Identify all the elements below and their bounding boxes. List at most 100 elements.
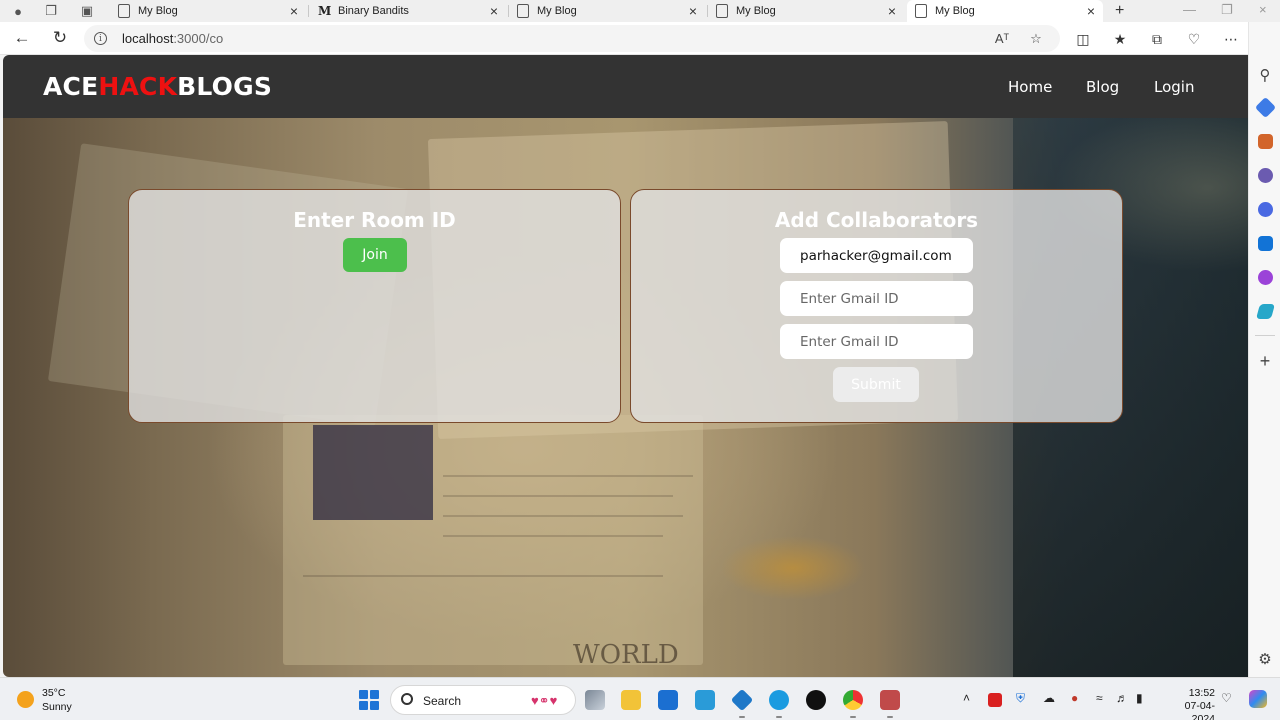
close-icon[interactable]: ×: [490, 3, 498, 19]
address-bar[interactable]: i localhost:3000/co Aᵀ ☆: [84, 25, 1060, 52]
tab-actions-icon[interactable]: ▣: [79, 3, 95, 19]
page-icon: [118, 4, 130, 18]
chevron-up-icon[interactable]: ˄: [963, 691, 970, 705]
add-sidebar-icon[interactable]: +: [1257, 351, 1273, 372]
background-photo: [313, 425, 433, 520]
security-shield-icon[interactable]: ⛨: [1016, 691, 1025, 706]
sidebar-settings-gear-icon[interactable]: ⚙: [1257, 650, 1273, 668]
search-highlight-icon: ♥⚭♥: [531, 693, 558, 708]
add-collaborators-card: Add Collaborators Submit: [630, 189, 1123, 423]
url-text[interactable]: localhost:3000/co: [122, 31, 992, 46]
workspaces-icon[interactable]: ❐: [43, 3, 59, 19]
window-close-icon[interactable]: ×: [1259, 2, 1267, 17]
chrome-icon[interactable]: [843, 690, 863, 710]
outlook-icon[interactable]: [1258, 236, 1273, 251]
tab-my-blog-active[interactable]: My Blog ×: [907, 0, 1103, 22]
tab-strip: ● ❐ ▣ My Blog × M Binary Bandits × My Bl…: [0, 0, 1280, 22]
battery-icon[interactable]: ▮: [1136, 691, 1143, 705]
tab-binary-bandits[interactable]: M Binary Bandits ×: [310, 0, 506, 22]
close-icon[interactable]: ×: [290, 3, 298, 19]
weather-temperature[interactable]: 35°C: [42, 687, 65, 699]
favorites-icon[interactable]: ★: [1111, 30, 1129, 48]
close-icon[interactable]: ×: [689, 3, 697, 19]
store-icon[interactable]: [695, 690, 715, 710]
weather-condition[interactable]: Sunny: [42, 701, 72, 713]
collaborators-card-title: Add Collaborators: [774, 208, 979, 232]
collaborator-email-field-2[interactable]: [780, 281, 973, 316]
search-icon: [401, 693, 413, 705]
sidebar-separator: [1255, 335, 1275, 336]
snipping-tool-icon[interactable]: [880, 690, 900, 710]
browser-essentials-icon[interactable]: ♡: [1185, 30, 1203, 48]
recording-app-icon[interactable]: [988, 693, 1002, 707]
nav-home-link[interactable]: Home: [1008, 78, 1052, 96]
games-icon[interactable]: [1258, 168, 1273, 183]
background-line: [303, 575, 663, 577]
back-arrow-icon[interactable]: ←: [12, 28, 32, 48]
close-icon[interactable]: ×: [1087, 3, 1095, 19]
submit-button[interactable]: Submit: [833, 367, 919, 402]
file-explorer-icon[interactable]: [621, 690, 641, 710]
address-bar-row: ← ↻ i localhost:3000/co Aᵀ ☆ ◫ ★ ⧉ ♡ ⋯: [0, 22, 1280, 55]
minimize-icon[interactable]: —: [1183, 2, 1196, 17]
mail-icon[interactable]: [658, 690, 678, 710]
tab-separator: [308, 5, 309, 17]
collections-icon[interactable]: ⧉: [1148, 30, 1166, 48]
wifi-icon[interactable]: ≈: [1096, 691, 1103, 705]
edge-sidebar: ⚲ + ⚙: [1248, 22, 1280, 677]
page-viewport: WORLD ACEHACKBLOGS Home Blog Login Enter…: [3, 55, 1248, 677]
background-line: [443, 495, 673, 497]
copilot-taskbar-icon[interactable]: [1249, 690, 1267, 708]
background-line: [443, 535, 663, 537]
join-button[interactable]: Join: [343, 238, 407, 272]
new-tab-icon[interactable]: +: [1115, 2, 1124, 20]
more-options-icon[interactable]: ⋯: [1222, 30, 1240, 48]
site-logo[interactable]: ACEHACKBLOGS: [43, 72, 272, 101]
site-header: ACEHACKBLOGS Home Blog Login: [3, 55, 1248, 118]
m365-icon[interactable]: [1258, 202, 1273, 217]
page-icon: [915, 4, 927, 18]
sidebar-search-icon[interactable]: ⚲: [1257, 66, 1273, 84]
collaborator-email-field-1[interactable]: [780, 238, 973, 273]
tools-briefcase-icon[interactable]: [1258, 134, 1273, 149]
drop-icon[interactable]: [1258, 270, 1273, 285]
page-icon: [716, 4, 728, 18]
volume-icon[interactable]: ♬: [1116, 691, 1128, 705]
edge-icon[interactable]: [769, 690, 789, 710]
m-logo-icon: M: [318, 4, 332, 18]
microphone-icon[interactable]: ●: [1071, 691, 1078, 705]
close-icon[interactable]: ×: [888, 3, 896, 19]
url-path: :3000/co: [173, 31, 224, 46]
tab-my-blog-3[interactable]: My Blog ×: [708, 0, 904, 22]
clock-date: 07-04-2024: [1184, 700, 1215, 720]
profile-icon[interactable]: ●: [10, 3, 26, 19]
mongodb-compass-icon[interactable]: [806, 690, 826, 710]
vscode-icon[interactable]: [730, 688, 754, 712]
nav-login-link[interactable]: Login: [1154, 78, 1194, 96]
refresh-icon[interactable]: ↻: [50, 28, 70, 48]
shopping-tag-icon[interactable]: [1254, 96, 1277, 119]
restore-icon[interactable]: ❐: [1221, 2, 1233, 18]
send-icon[interactable]: [1255, 304, 1276, 319]
favorite-star-icon[interactable]: ☆: [1026, 31, 1046, 47]
info-icon[interactable]: i: [94, 32, 107, 45]
task-view-icon[interactable]: [585, 690, 605, 710]
collaborator-email-field-3[interactable]: [780, 324, 973, 359]
notification-bell-icon[interactable]: ♡: [1221, 691, 1232, 705]
read-aloud-icon[interactable]: Aᵀ: [992, 31, 1012, 46]
clock-time: 13:52: [1188, 687, 1215, 699]
windows-start-icon[interactable]: [359, 690, 379, 710]
nav-blog-link[interactable]: Blog: [1086, 78, 1119, 96]
room-id-card: Enter Room ID Join: [128, 189, 621, 423]
taskbar-search[interactable]: Search ♥⚭♥: [390, 685, 576, 715]
running-indicator: [776, 716, 782, 718]
url-host: localhost: [122, 31, 174, 46]
onedrive-icon[interactable]: ☁: [1043, 691, 1055, 705]
tab-my-blog-2[interactable]: My Blog ×: [509, 0, 705, 22]
tab-my-blog-1[interactable]: My Blog ×: [110, 0, 306, 22]
logo-part-hack: HACK: [98, 72, 178, 101]
tab-label: Binary Bandits: [338, 5, 409, 17]
split-screen-icon[interactable]: ◫: [1074, 30, 1092, 48]
weather-sun-icon[interactable]: [17, 691, 34, 708]
system-clock[interactable]: 13:52 07-04-2024: [1163, 687, 1215, 720]
